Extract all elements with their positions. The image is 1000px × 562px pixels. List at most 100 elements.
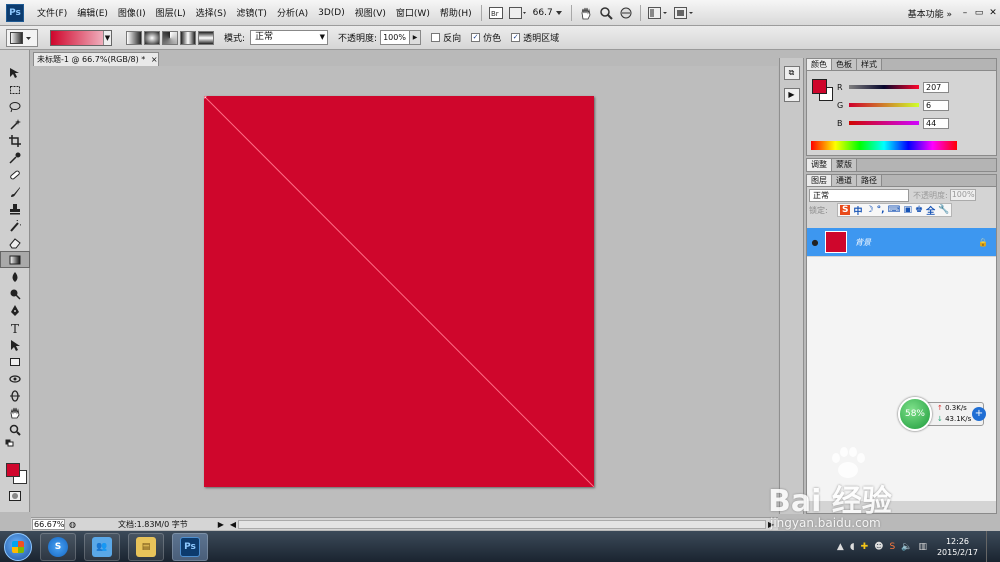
shape-icon[interactable] — [0, 353, 30, 370]
blue-value[interactable]: 44 — [923, 117, 949, 129]
menu-image[interactable]: 图像(I) — [113, 6, 151, 19]
restore-icon[interactable]: ▭ — [972, 8, 986, 18]
red-slider[interactable] — [849, 85, 919, 89]
tool-preset-picker[interactable] — [6, 28, 38, 47]
status-menu-arrow-icon[interactable]: ▶ — [218, 520, 224, 529]
tab-swatches[interactable]: 色板 — [832, 59, 857, 70]
angle-gradient-button[interactable] — [162, 30, 178, 45]
tab-layers[interactable]: 图层 — [807, 175, 832, 186]
visibility-eye-icon[interactable]: ● — [807, 238, 823, 247]
scroll-right-icon[interactable]: ▶ — [768, 520, 774, 529]
radial-gradient-button[interactable] — [144, 30, 160, 45]
color-spectrum[interactable] — [811, 141, 957, 150]
horizontal-scrollbar[interactable] — [238, 519, 767, 529]
healing-brush-icon[interactable] — [0, 166, 30, 183]
tray-expand-icon[interactable]: ▲ — [837, 542, 844, 552]
view-extras-icon[interactable] — [506, 4, 530, 22]
menu-3d[interactable]: 3D(D) — [313, 8, 350, 18]
show-desktop-button[interactable] — [986, 531, 994, 562]
zoom-tool-icon[interactable] — [596, 4, 616, 22]
taskbar-contacts[interactable]: 👥 — [84, 532, 120, 561]
diamond-gradient-button[interactable] — [198, 30, 214, 45]
transparency-checkbox[interactable]: ✓ 透明区域 — [511, 31, 559, 44]
tray-shield-icon[interactable]: ✚ — [861, 542, 869, 552]
canvas-area[interactable] — [31, 66, 778, 517]
menu-analysis[interactable]: 分析(A) — [272, 6, 313, 19]
blend-mode-select[interactable]: 正常 — [809, 188, 909, 202]
red-value[interactable]: 207 — [923, 81, 949, 93]
tab-close-icon[interactable]: × — [151, 55, 158, 64]
menu-help[interactable]: 帮助(H) — [435, 6, 477, 19]
ime-wrench-icon[interactable]: 🔧 — [938, 205, 949, 215]
stamp-icon[interactable] — [0, 200, 30, 217]
type-icon[interactable]: T — [0, 319, 30, 336]
menu-layer[interactable]: 图层(L) — [151, 6, 191, 19]
green-value[interactable]: 6 — [923, 99, 949, 111]
taskbar-sogou[interactable]: S — [40, 532, 76, 561]
tab-paths[interactable]: 路径 — [857, 175, 882, 186]
gradient-picker[interactable]: ▼ — [50, 29, 112, 46]
actions-panel-icon[interactable]: ▶ — [783, 88, 800, 102]
quick-mask-icon[interactable] — [0, 487, 30, 504]
default-colors-icon[interactable] — [0, 438, 30, 448]
tab-masks[interactable]: 蒙版 — [832, 159, 857, 171]
network-speed-widget[interactable]: 58% ↑ 0.3K/s ↓ 43.1K/s + — [898, 397, 992, 431]
taskbar-explorer[interactable]: ▤ — [128, 532, 164, 561]
arrange-documents-icon[interactable] — [645, 4, 671, 22]
start-button[interactable] — [4, 532, 32, 561]
zoom-icon[interactable] — [0, 421, 30, 438]
layer-opacity-input[interactable]: 100% — [949, 189, 976, 201]
linear-gradient-button[interactable] — [126, 30, 142, 45]
chevron-down-icon[interactable]: ▼ — [103, 30, 111, 45]
tab-color[interactable]: 颜色 — [807, 59, 832, 70]
color-panel-foreground[interactable] — [812, 79, 827, 94]
crop-icon[interactable] — [0, 132, 30, 149]
tray-speaker-icon[interactable]: 🔈 — [901, 542, 912, 552]
mode-select[interactable]: 正常 ▼ — [250, 30, 329, 45]
tab-channels[interactable]: 通道 — [832, 175, 857, 186]
blur-icon[interactable] — [0, 268, 30, 285]
menu-view[interactable]: 视图(V) — [350, 6, 391, 19]
ime-punct-icon[interactable]: °, — [877, 205, 885, 215]
rotate-view-icon[interactable] — [616, 4, 636, 22]
menu-file[interactable]: 文件(F) — [32, 6, 72, 19]
document-tab[interactable]: 未标题-1 @ 66.7%(RGB/8) * × — [33, 52, 159, 66]
menu-window[interactable]: 窗口(W) — [391, 6, 435, 19]
ime-toolbar[interactable]: S 中 ☽ °, ⌨ ▣ ♚ 全 🔧 — [837, 203, 953, 217]
dodge-icon[interactable] — [0, 285, 30, 302]
ime-skin-icon[interactable]: ▣ — [904, 205, 913, 215]
reverse-checkbox[interactable]: 反向 — [431, 31, 461, 44]
tray-volume-icon[interactable]: ◖ — [850, 542, 855, 552]
eyedropper-icon[interactable] — [0, 149, 30, 166]
menu-filter[interactable]: 滤镜(T) — [231, 6, 272, 19]
layer-row[interactable]: ● 背景 🔒 — [807, 228, 996, 256]
tray-network-icon[interactable]: ▥ — [918, 542, 927, 552]
tab-styles[interactable]: 样式 — [857, 59, 882, 70]
tab-adjustments[interactable]: 调整 — [807, 159, 832, 171]
ime-keyboard-icon[interactable]: ⌨ — [888, 205, 901, 215]
reflected-gradient-button[interactable] — [180, 30, 196, 45]
hand-icon[interactable] — [0, 404, 30, 421]
marquee-icon[interactable] — [0, 81, 30, 98]
bridge-icon[interactable]: Br — [486, 4, 506, 22]
gradient-icon[interactable] — [0, 251, 30, 268]
workspace-switcher[interactable]: 基本功能 » — [902, 7, 958, 20]
screen-mode-icon[interactable] — [671, 4, 697, 22]
sogou-icon[interactable]: S — [840, 205, 851, 215]
3d-orbit-icon[interactable] — [0, 387, 30, 404]
ime-shirt-icon[interactable]: ♚ — [915, 205, 923, 215]
opacity-stepper-icon[interactable]: ▶ — [410, 30, 422, 45]
zoom-field[interactable]: 66.67% — [32, 518, 65, 530]
zoom-level-select[interactable]: 66.7 — [530, 4, 567, 22]
ime-fullwidth-icon[interactable]: 全 — [926, 204, 935, 217]
document-canvas[interactable] — [204, 96, 594, 487]
history-brush-icon[interactable] — [0, 217, 30, 234]
pen-icon[interactable] — [0, 302, 30, 319]
menu-edit[interactable]: 编辑(E) — [72, 6, 113, 19]
opacity-input[interactable]: 100% — [380, 30, 411, 45]
taskbar-photoshop[interactable]: Ps — [172, 532, 208, 561]
brush-icon[interactable] — [0, 183, 30, 200]
clock[interactable]: 12:26 2015/2/17 — [937, 536, 978, 558]
hand-tool-icon[interactable] — [576, 4, 596, 22]
tray-qq-icon[interactable]: ☻ — [874, 542, 883, 552]
